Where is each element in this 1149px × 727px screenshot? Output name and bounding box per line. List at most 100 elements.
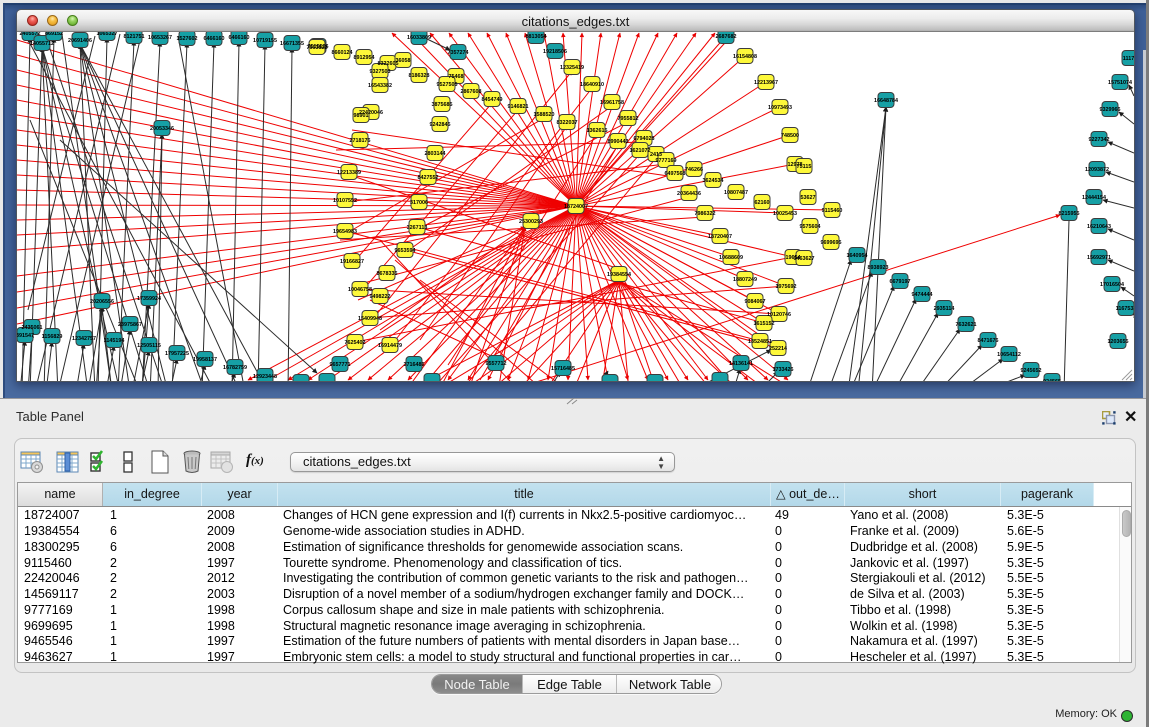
svg-text:11172: 11172: [1123, 56, 1134, 62]
svg-text:1362615: 1362615: [587, 128, 608, 134]
svg-text:18720407: 18720407: [708, 234, 732, 240]
svg-text:1203655: 1203655: [1108, 339, 1129, 345]
svg-text:10807487: 10807487: [724, 190, 748, 196]
svg-text:53627: 53627: [801, 195, 816, 201]
svg-text:16033809: 16033809: [407, 35, 431, 41]
svg-text:12213967: 12213967: [754, 80, 778, 86]
svg-text:10719155: 10719155: [253, 38, 277, 44]
svg-text:1527602: 1527602: [177, 36, 198, 42]
svg-text:10120746: 10120746: [767, 312, 791, 318]
svg-text:9657771: 9657771: [330, 362, 351, 368]
svg-text:2935114: 2935114: [934, 306, 955, 312]
svg-text:1615152: 1615152: [754, 321, 775, 327]
svg-text:10973493: 10973493: [768, 105, 792, 111]
svg-text:1167533: 1167533: [1116, 306, 1134, 312]
svg-text:9115460: 9115460: [822, 208, 843, 214]
svg-text:15409948: 15409948: [358, 316, 382, 322]
svg-text:1621072: 1621072: [630, 148, 651, 154]
svg-text:9463627: 9463627: [794, 256, 815, 262]
svg-text:9527505: 9527505: [437, 82, 458, 88]
svg-text:36058: 36058: [396, 58, 411, 64]
svg-text:2435061: 2435061: [22, 325, 43, 331]
svg-text:15751074: 15751074: [1108, 80, 1132, 86]
svg-text:12342757: 12342757: [72, 336, 96, 342]
svg-text:8660124: 8660124: [332, 50, 353, 56]
svg-text:6466160: 6466160: [204, 36, 225, 42]
svg-text:8121751: 8121751: [124, 34, 145, 40]
svg-text:12505115: 12505115: [137, 343, 161, 349]
svg-text:8813054: 8813054: [526, 34, 547, 40]
svg-text:16671355: 16671355: [280, 41, 304, 47]
svg-text:3624534: 3624534: [703, 178, 724, 184]
svg-text:1065327: 1065327: [97, 32, 118, 37]
svg-text:9227342: 9227342: [1089, 137, 1110, 143]
svg-text:12213389: 12213389: [337, 170, 361, 176]
svg-text:12444154: 12444154: [1082, 195, 1106, 201]
svg-text:19166827: 19166827: [340, 259, 364, 265]
svg-text:17016504: 17016504: [1100, 282, 1124, 288]
svg-text:17359924: 17359924: [137, 296, 161, 302]
svg-text:2687682: 2687682: [716, 34, 737, 40]
svg-text:20364436: 20364436: [677, 191, 701, 197]
svg-text:8215955: 8215955: [1059, 211, 1080, 217]
svg-text:391547: 391547: [17, 333, 34, 339]
svg-text:9245652: 9245652: [1021, 368, 1042, 374]
svg-text:8938923: 8938923: [868, 265, 889, 271]
svg-text:8471676: 8471676: [978, 338, 999, 344]
svg-text:20691406: 20691406: [68, 38, 92, 44]
svg-text:9557712: 9557712: [486, 361, 507, 367]
svg-text:3716485: 3716485: [404, 362, 425, 368]
svg-text:9084067: 9084067: [745, 299, 766, 305]
svg-text:7632621: 7632621: [956, 322, 977, 328]
svg-text:10653267: 10653267: [148, 35, 172, 41]
svg-text:8454749: 8454749: [482, 97, 503, 103]
svg-text:18640910: 18640910: [580, 82, 604, 88]
svg-text:10025453: 10025453: [773, 211, 797, 217]
svg-text:7357274: 7357274: [448, 50, 469, 56]
svg-text:746266: 746266: [685, 167, 703, 173]
svg-text:19218506: 19218506: [543, 49, 567, 55]
svg-text:8990443: 8990443: [608, 139, 629, 145]
svg-text:17957225: 17957225: [165, 351, 189, 357]
svg-text:8186328: 8186328: [409, 73, 430, 79]
svg-text:1640954: 1640954: [847, 253, 868, 259]
svg-text:1156829: 1156829: [42, 334, 63, 340]
svg-text:1975692: 1975692: [776, 284, 797, 290]
svg-text:19654983: 19654983: [333, 229, 357, 235]
svg-text:16154808: 16154808: [733, 54, 757, 60]
svg-text:9146821: 9146821: [508, 104, 529, 110]
svg-text:6794028: 6794028: [634, 136, 655, 142]
svg-text:16961758: 16961758: [600, 100, 624, 106]
svg-text:10046758: 10046758: [348, 287, 372, 293]
svg-text:75468: 75468: [449, 74, 464, 80]
svg-text:16210643: 16210643: [1087, 224, 1111, 230]
svg-text:748500: 748500: [781, 133, 799, 139]
svg-text:13524851: 13524851: [748, 339, 772, 345]
svg-text:15716485: 15716485: [551, 366, 575, 372]
svg-text:9575604: 9575604: [800, 224, 821, 230]
svg-text:252214: 252214: [769, 346, 787, 352]
svg-text:15692971: 15692971: [1087, 255, 1111, 261]
svg-text:6466160: 6466160: [229, 35, 250, 41]
svg-text:2867608: 2867608: [461, 89, 482, 95]
svg-text:6679197: 6679197: [890, 279, 911, 285]
svg-text:8427552: 8427552: [418, 175, 439, 181]
svg-text:14136141: 14136141: [729, 361, 753, 367]
svg-text:75115: 75115: [797, 164, 812, 170]
svg-text:9474444: 9474444: [912, 292, 933, 298]
svg-text:1145194: 1145194: [104, 338, 125, 344]
svg-text:16648784: 16648784: [874, 98, 898, 104]
svg-text:12093872: 12093872: [1085, 167, 1109, 173]
svg-text:16914479: 16914479: [378, 343, 402, 349]
svg-text:9498222: 9498222: [370, 294, 391, 300]
svg-text:8678335: 8678335: [377, 271, 398, 277]
svg-text:9699695: 9699695: [821, 240, 842, 246]
svg-text:924565: 924565: [1043, 379, 1061, 381]
svg-text:9777169: 9777169: [656, 158, 677, 164]
svg-text:25300293: 25300293: [519, 219, 543, 225]
svg-text:12923448: 12923448: [253, 374, 277, 380]
svg-text:9242845: 9242845: [430, 122, 451, 128]
svg-text:9327503: 9327503: [370, 69, 391, 75]
svg-text:3875685: 3875685: [432, 102, 453, 108]
svg-text:1588520: 1588520: [534, 112, 555, 118]
